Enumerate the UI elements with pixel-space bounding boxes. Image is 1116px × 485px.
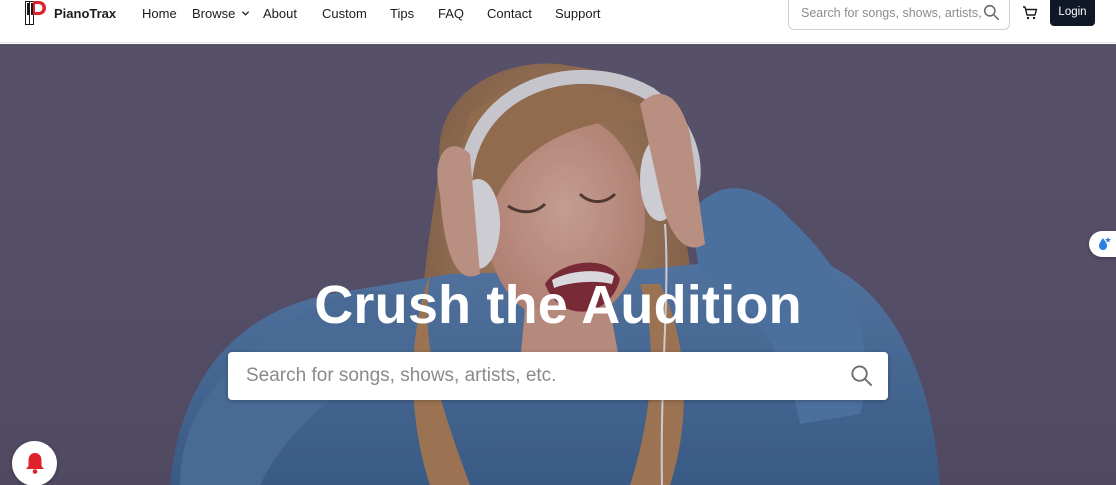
nav-link-browse[interactable]: Browse xyxy=(192,6,250,21)
nav-search-box xyxy=(788,0,1010,30)
nav-link-browse-label: Browse xyxy=(192,6,236,21)
nav-link-tips[interactable]: Tips xyxy=(390,6,414,21)
nav-link-support[interactable]: Support xyxy=(555,6,601,21)
brand-logo[interactable]: PianoTrax xyxy=(24,1,116,25)
bell-icon xyxy=(26,453,44,474)
nav-link-custom[interactable]: Custom xyxy=(322,6,367,21)
nav-link-about[interactable]: About xyxy=(263,6,297,21)
nav-link-home[interactable]: Home xyxy=(142,6,177,21)
nav-link-faq[interactable]: FAQ xyxy=(438,6,464,21)
brand-name: PianoTrax xyxy=(54,5,117,21)
search-icon[interactable] xyxy=(850,364,873,387)
hero-image xyxy=(0,44,1116,485)
notification-bell[interactable] xyxy=(12,441,57,485)
accessibility-icon xyxy=(1099,237,1111,250)
top-navbar: PianoTrax Home Browse About Custom Tips … xyxy=(0,0,1116,43)
nav-link-contact[interactable]: Contact xyxy=(487,6,532,21)
chevron-down-icon xyxy=(242,11,250,16)
hero-search-box xyxy=(228,352,888,400)
accessibility-widget[interactable] xyxy=(1089,231,1116,257)
nav-search-input[interactable] xyxy=(801,6,985,20)
pianotrax-logo-icon xyxy=(25,1,46,25)
cart-icon[interactable] xyxy=(1022,5,1038,21)
login-button[interactable]: Login xyxy=(1050,0,1095,26)
search-icon[interactable] xyxy=(983,4,1000,21)
hero-section: Crush the Audition xyxy=(0,44,1116,485)
hero-headline: Crush the Audition xyxy=(314,275,802,335)
hero-search-input[interactable] xyxy=(246,365,826,387)
